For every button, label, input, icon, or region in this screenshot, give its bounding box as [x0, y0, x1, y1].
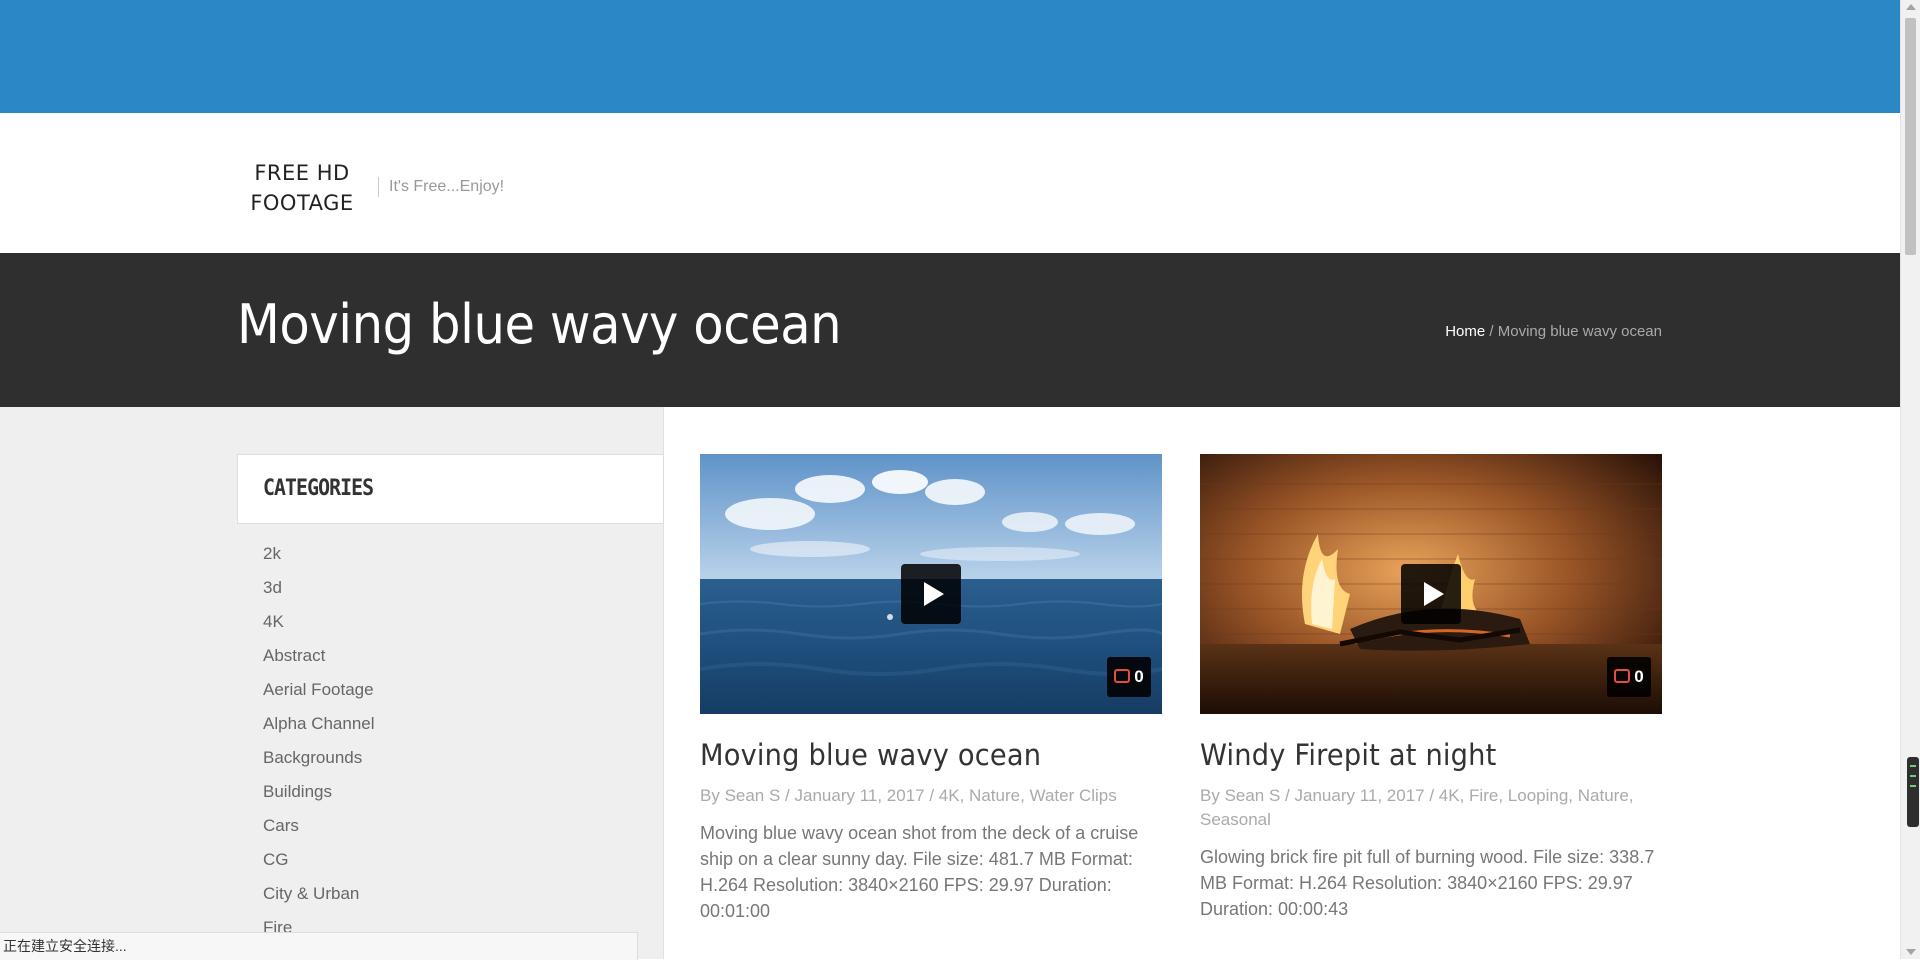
post-category-link-nature[interactable]: Nature [1578, 786, 1629, 805]
status-text: 正在建立安全连接... [3, 938, 127, 954]
page-title-bar: Moving blue wavy ocean Home / Moving blu… [0, 253, 1900, 407]
post-date-link[interactable]: January 11, 2017 [795, 786, 925, 805]
post-category-link-4k[interactable]: 4K [1439, 786, 1460, 805]
post-category-link-nature[interactable]: Nature [969, 786, 1020, 805]
breadcrumb-current: Moving blue wavy ocean [1497, 323, 1662, 340]
post-thumbnail-ocean[interactable]: 0 [700, 454, 1162, 714]
breadcrumb: Home / Moving blue wavy ocean [1445, 323, 1662, 340]
post-category-link-4k[interactable]: 4K [939, 786, 960, 805]
comment-count-badge[interactable]: 0 [1107, 657, 1151, 697]
category-link-backgrounds[interactable]: Backgrounds [263, 744, 375, 778]
scroll-up-arrow-icon[interactable] [1906, 4, 1916, 10]
post-card: 0 Windy Firepit at night By Sean S / Jan… [1200, 454, 1662, 922]
category-link-2k[interactable]: 2k [263, 540, 375, 574]
categories-widget-header: CATEGORIES [237, 454, 664, 524]
scroll-down-arrow-icon[interactable] [1906, 949, 1916, 955]
breadcrumb-separator: / [1485, 323, 1498, 340]
post-meta-by: By [700, 786, 725, 805]
play-icon [1423, 582, 1444, 606]
comment-count-badge[interactable]: 0 [1607, 657, 1651, 697]
comment-count: 0 [1634, 667, 1644, 686]
comment-bubble-icon [1114, 669, 1131, 683]
category-link-cars[interactable]: Cars [263, 812, 375, 846]
category-link-city-urban[interactable]: City & Urban [263, 880, 375, 914]
post-excerpt: Moving blue wavy ocean shot from the dec… [700, 823, 1139, 921]
categories-heading: CATEGORIES [263, 476, 374, 501]
comment-bubble-icon [1614, 669, 1631, 683]
post-card: 0 Moving blue wavy ocean By Sean S / Jan… [700, 454, 1162, 924]
post-title-link[interactable]: Moving blue wavy ocean [700, 736, 1134, 774]
post-author-link[interactable]: Sean S [725, 786, 781, 805]
category-link-4k[interactable]: 4K [263, 608, 375, 642]
site-header: FREE HD FOOTAGE It's Free...Enjoy! [0, 113, 1900, 254]
post-title-link[interactable]: Windy Firepit at night [1200, 736, 1634, 774]
category-link-buildings[interactable]: Buildings [263, 778, 375, 812]
post-thumbnail-firepit[interactable]: 0 [1200, 454, 1662, 714]
breadcrumb-home-link[interactable]: Home [1445, 323, 1485, 340]
post-meta: By Sean S / January 11, 2017 / 4K, Natur… [700, 786, 1117, 805]
post-category-link-looping[interactable]: Looping [1508, 786, 1569, 805]
post-category-link-seasonal[interactable]: Seasonal [1200, 810, 1271, 829]
post-author-link[interactable]: Sean S [1225, 786, 1281, 805]
top-color-bar [0, 0, 1900, 113]
play-icon [923, 582, 944, 606]
browser-status-bar: 正在建立安全连接... [0, 932, 638, 960]
categories-list: 2k 3d 4K Abstract Aerial Footage Alpha C… [263, 540, 375, 948]
site-tagline: It's Free...Enjoy! [378, 177, 504, 197]
category-link-abstract[interactable]: Abstract [263, 642, 375, 676]
category-link-cg[interactable]: CG [263, 846, 375, 880]
post-excerpt: Glowing brick fire pit full of burning w… [1200, 847, 1655, 919]
comment-count: 0 [1134, 667, 1144, 686]
site-logo[interactable]: FREE HD FOOTAGE [250, 158, 354, 218]
post-meta-by: By [1200, 786, 1225, 805]
side-widget-icon[interactable] [1907, 757, 1919, 827]
category-link-alpha-channel[interactable]: Alpha Channel [263, 710, 375, 744]
post-date-link[interactable]: January 11, 2017 [1295, 786, 1425, 805]
category-link-3d[interactable]: 3d [263, 574, 375, 608]
post-category-link-fire[interactable]: Fire [1469, 786, 1498, 805]
scrollbar-thumb[interactable] [1905, 18, 1916, 255]
post-meta: By Sean S / January 11, 2017 / 4K, Fire,… [1200, 786, 1634, 829]
post-category-link-water-clips[interactable]: Water Clips [1030, 786, 1117, 805]
page-title: Moving blue wavy ocean [237, 293, 842, 356]
play-button[interactable] [1401, 564, 1461, 624]
category-link-aerial-footage[interactable]: Aerial Footage [263, 676, 375, 710]
play-button[interactable] [901, 564, 961, 624]
